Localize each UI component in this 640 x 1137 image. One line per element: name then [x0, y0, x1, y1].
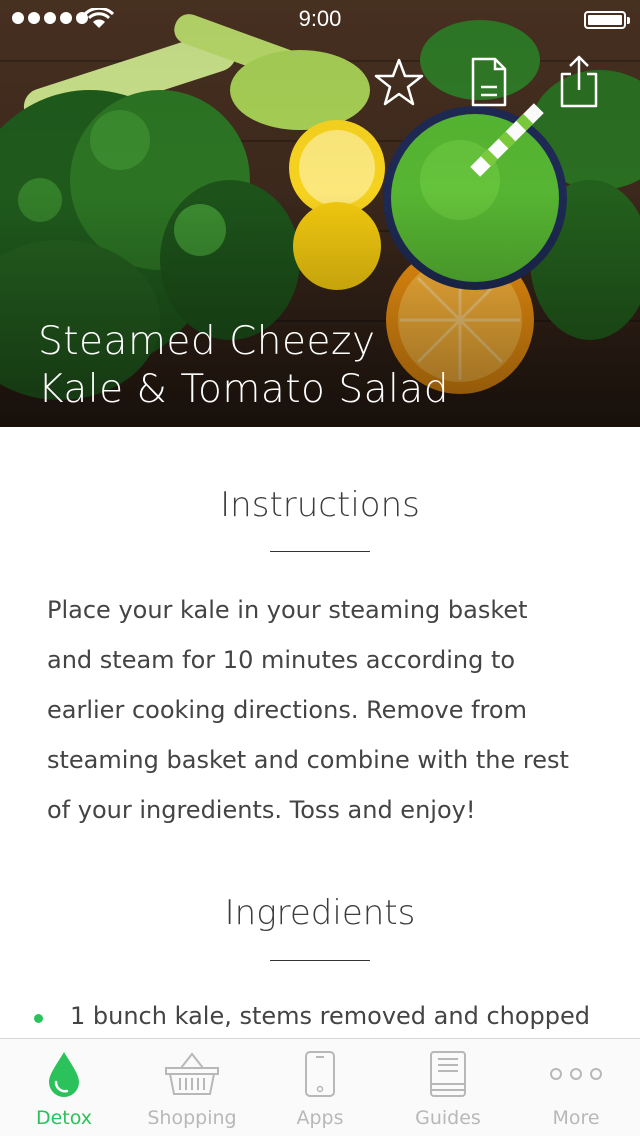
favorite-button[interactable] — [374, 52, 424, 112]
tab-label: Shopping — [147, 1107, 237, 1129]
recipe-title: Steamed Cheezy Kale & Tomato Salad — [38, 318, 598, 414]
tab-label: Apps — [296, 1107, 344, 1129]
instructions-text: Place your kale in your steaming basket … — [47, 585, 607, 835]
title-line: Steamed Cheezy — [38, 319, 376, 364]
document-icon — [471, 57, 507, 107]
tab-label: Guides — [415, 1107, 481, 1129]
status-bar: 9:00 — [0, 0, 640, 40]
ingredients-heading: Ingredients — [224, 893, 416, 933]
tab-apps[interactable]: Apps — [256, 1039, 384, 1137]
basket-icon — [165, 1052, 219, 1095]
status-time: 9:00 — [298, 6, 342, 31]
instructions-line: earlier cooking directions. Remove from — [47, 696, 527, 724]
star-icon — [374, 58, 424, 106]
divider — [270, 551, 370, 552]
phone-icon — [305, 1051, 335, 1097]
share-button[interactable] — [554, 52, 604, 112]
instructions-line: of your ingredients. Toss and enjoy! — [47, 796, 476, 824]
tab-shopping[interactable]: Shopping — [128, 1039, 256, 1137]
list-item: 1 bunch kale, stems removed and chopped — [30, 1000, 630, 1040]
tab-more[interactable]: More — [512, 1039, 640, 1137]
tab-detox[interactable]: Detox — [0, 1039, 128, 1137]
divider — [270, 960, 370, 961]
instructions-heading: Instructions — [220, 485, 420, 525]
instructions-line: Place your kale in your steaming basket — [47, 596, 528, 624]
bullet-icon — [34, 1014, 43, 1023]
hero-image: 9:00 Steamed Cheezy Kale & Tomato Salad — [0, 0, 640, 427]
tab-guides[interactable]: Guides — [384, 1039, 512, 1137]
ingredient-text: 1 bunch kale, stems removed and chopped — [70, 1002, 590, 1030]
tab-bar: Detox Shopping Apps Guides More — [0, 1038, 640, 1136]
tab-label: More — [552, 1107, 600, 1129]
drop-icon — [49, 1052, 79, 1097]
instructions-line: steaming basket and combine with the res… — [47, 746, 569, 774]
book-icon — [430, 1051, 466, 1097]
tab-label: Detox — [35, 1107, 93, 1129]
share-icon — [560, 55, 598, 108]
title-line: Kale & Tomato Salad — [38, 367, 449, 412]
instructions-line: and steam for 10 minutes according to — [47, 646, 516, 674]
more-icon — [550, 1068, 602, 1080]
notes-button[interactable] — [464, 52, 514, 112]
battery-icon — [584, 11, 630, 29]
